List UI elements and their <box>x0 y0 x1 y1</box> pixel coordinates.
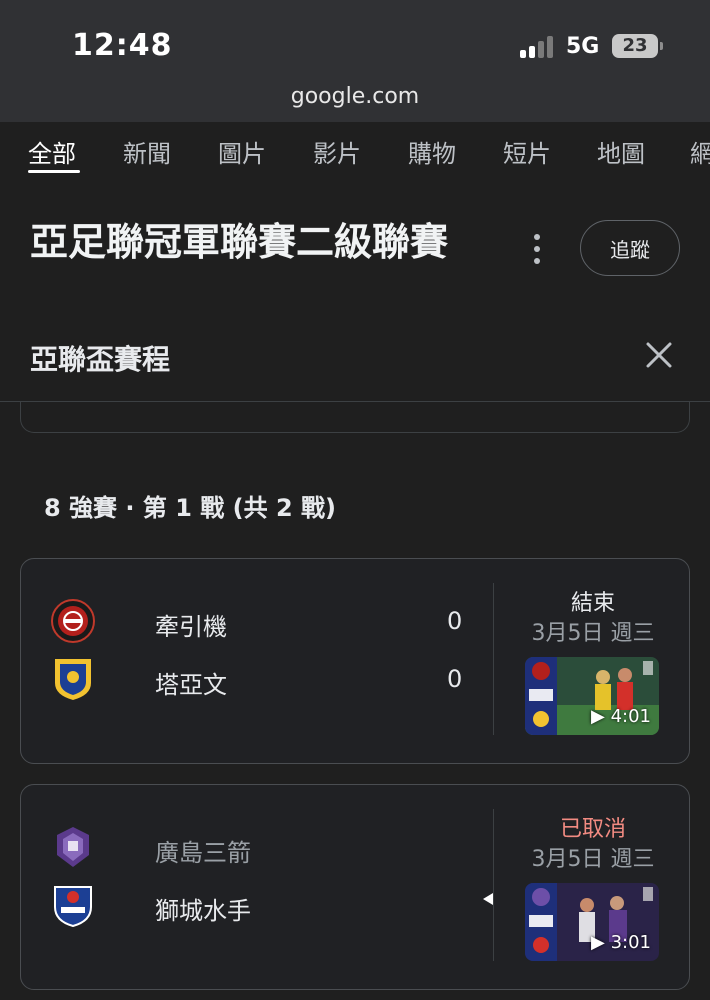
section-subtitle: 亞聯盃賽程 <box>30 343 171 376</box>
close-icon[interactable] <box>644 340 674 370</box>
play-icon <box>483 893 493 905</box>
tab-shorts[interactable]: 短片 <box>503 134 551 169</box>
card-divider <box>493 809 494 961</box>
team-name: 獅城水手 <box>155 897 251 925</box>
tab-web[interactable]: 網 <box>690 134 710 169</box>
tractor-logo-icon <box>51 599 95 643</box>
team-score: 0 <box>447 665 463 693</box>
tab-news[interactable]: 新聞 <box>123 134 171 169</box>
fixtures-list: 8 強賽 · 第 1 戰 (共 2 戰) 牽引機 0 塔亞文 0 結束 3月5日… <box>0 402 710 1000</box>
match-date: 3月5日 週三 <box>531 621 655 646</box>
tab-videos[interactable]: 影片 <box>313 134 361 169</box>
battery-tip <box>660 42 663 50</box>
address-bar[interactable]: google.com <box>0 84 710 109</box>
video-duration: ▶ 3:01 <box>591 932 651 953</box>
battery-icon: 23 <box>612 34 658 58</box>
signal-icon <box>520 36 554 58</box>
page-title: 亞足聯冠軍聯賽二級聯賽 <box>30 220 449 264</box>
team-score: 0 <box>447 607 463 635</box>
match-status: 已取消 <box>559 817 626 842</box>
competition-header: 亞足聯冠軍聯賽二級聯賽 追蹤 亞聯盃賽程 <box>0 180 710 402</box>
home-team: 廣島三箭 <box>51 825 471 869</box>
network-type: 5G <box>566 34 600 59</box>
match-card[interactable]: 廣島三箭 獅城水手 已取消 3月5日 週三 ▶ 3:01 <box>20 784 690 990</box>
more-vert-icon[interactable] <box>528 234 546 264</box>
video-thumbnail[interactable]: ▶ 4:01 <box>525 657 659 735</box>
search-tabs: 全部 新聞 圖片 影片 購物 短片 地圖 網 <box>0 122 710 180</box>
status-time: 12:48 <box>72 28 173 63</box>
lion-city-sailors-logo-icon <box>54 886 92 927</box>
tab-all[interactable]: 全部 <box>28 134 76 169</box>
match-card[interactable]: 牽引機 0 塔亞文 0 結束 3月5日 週三 ▶ 4:01 <box>20 558 690 764</box>
video-thumbnail[interactable]: ▶ 3:01 <box>525 883 659 961</box>
away-team: 塔亞文 0 <box>51 657 471 701</box>
team-name: 廣島三箭 <box>155 839 251 867</box>
match-date: 3月5日 週三 <box>531 847 655 872</box>
home-team: 牽引機 0 <box>51 599 471 643</box>
tab-images[interactable]: 圖片 <box>218 134 266 169</box>
match-status: 結束 <box>570 591 615 616</box>
tab-shopping[interactable]: 購物 <box>408 134 456 169</box>
browser-chrome: 12:48 5G 23 google.com <box>0 0 710 122</box>
card-divider <box>493 583 494 735</box>
previous-card <box>20 402 690 433</box>
video-duration: ▶ 4:01 <box>591 706 651 727</box>
follow-button[interactable]: 追蹤 <box>580 220 680 276</box>
away-team: 獅城水手 <box>51 883 471 927</box>
team-name: 塔亞文 <box>155 671 227 699</box>
active-tab-indicator <box>28 170 80 173</box>
taawoun-logo-icon <box>55 659 91 700</box>
sanfrecce-logo-icon <box>57 827 89 867</box>
round-label: 8 強賽 · 第 1 戰 (共 2 戰) <box>44 494 336 522</box>
team-name: 牽引機 <box>155 613 227 641</box>
tab-maps[interactable]: 地圖 <box>597 134 645 169</box>
